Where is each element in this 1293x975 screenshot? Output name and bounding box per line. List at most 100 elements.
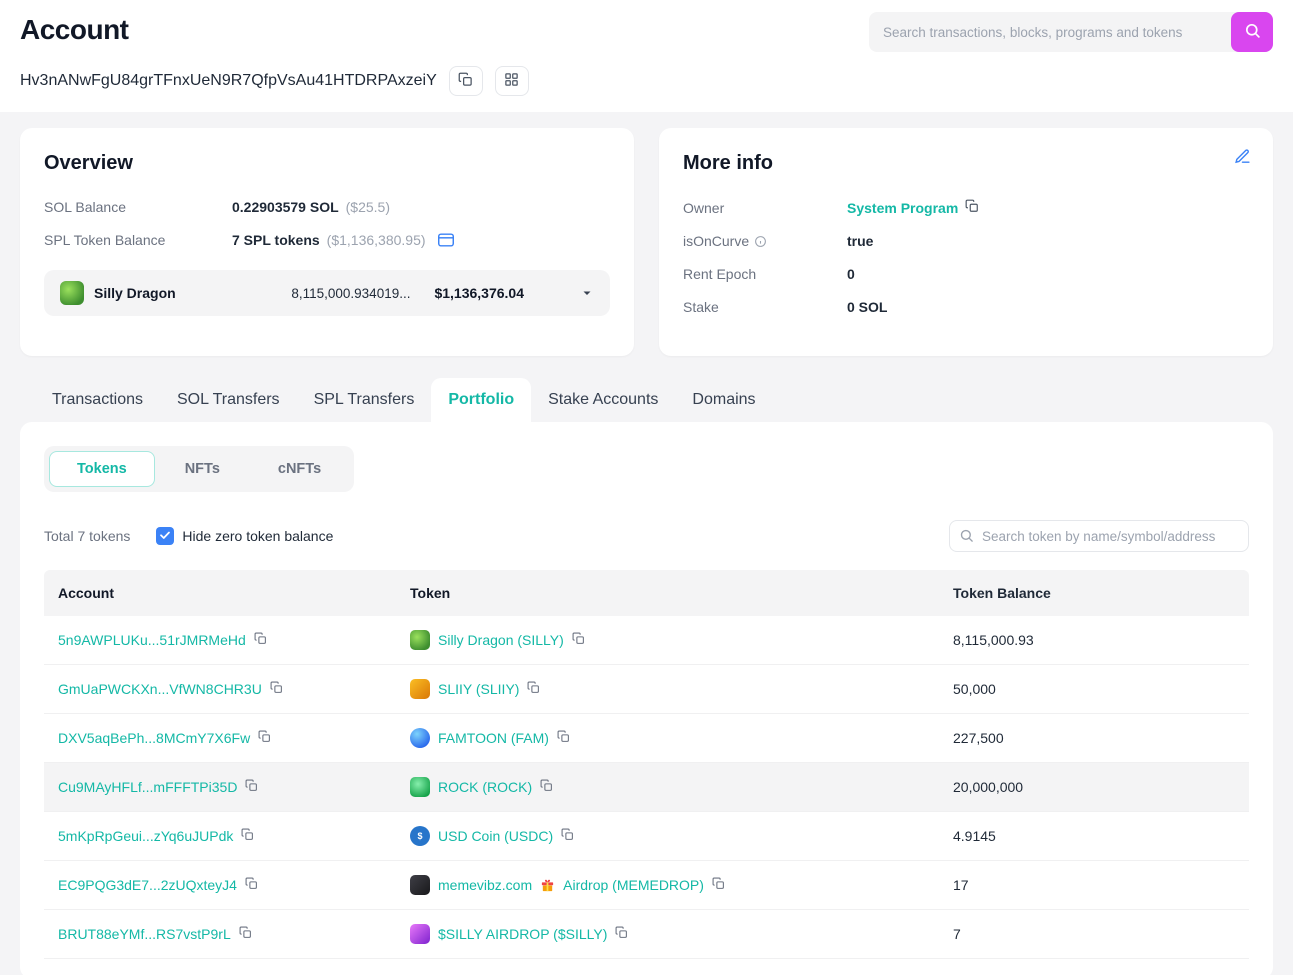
rent-epoch-value: 0 — [847, 266, 855, 282]
copy-token-button[interactable] — [540, 779, 553, 795]
tab-portfolio[interactable]: Portfolio — [431, 378, 532, 422]
isoncurve-value: true — [847, 233, 874, 249]
table-row: 5n9AWPLUKu...51rJMRMeHd Silly Dragon (SI… — [44, 616, 1249, 665]
copy-account-button[interactable] — [258, 730, 271, 746]
token-balance: 8,115,000.93 — [953, 632, 1034, 648]
token-balance: 7 — [953, 926, 961, 942]
token-balance: 17 — [953, 877, 969, 893]
summary-cards: Overview SOL Balance 0.22903579 SOL ($25… — [0, 112, 1293, 356]
copy-account-button[interactable] — [245, 779, 258, 795]
account-link[interactable]: DXV5aqBePh...8MCmY7X6Fw — [58, 730, 250, 746]
copy-icon — [254, 632, 267, 648]
copy-token-button[interactable] — [557, 730, 570, 746]
copy-account-button[interactable] — [241, 828, 254, 844]
copy-icon — [561, 828, 574, 844]
token-link[interactable]: memevibz.com — [438, 877, 532, 893]
tab-stake-accounts[interactable]: Stake Accounts — [531, 378, 675, 422]
account-link[interactable]: 5n9AWPLUKu...51rJMRMeHd — [58, 632, 246, 648]
more-info-title: More info — [683, 152, 773, 174]
tab-spl-transfers[interactable]: SPL Transfers — [297, 378, 432, 422]
silly-dragon-token-icon — [60, 281, 84, 305]
grid-icon — [504, 72, 519, 90]
isoncurve-row: isOnCurve true — [683, 233, 1249, 249]
token-link-suffix[interactable]: Airdrop (MEMEDROP) — [563, 877, 704, 893]
copy-account-button[interactable] — [245, 877, 258, 893]
subtab-cnfts[interactable]: cNFTs — [250, 451, 349, 487]
sol-balance-usd: ($25.5) — [345, 199, 390, 215]
subtab-nfts[interactable]: NFTs — [157, 451, 248, 487]
table-row: BRUT88eYMf...RS7vstP9rL $SILLY AIRDROP (… — [44, 910, 1249, 959]
table-row: DXV5aqBePh...8MCmY7X6Fw FAMTOON (FAM) 22… — [44, 714, 1249, 763]
token-balance: 4.9145 — [953, 828, 996, 844]
copy-address-button[interactable] — [448, 66, 483, 96]
copy-icon — [965, 199, 979, 216]
global-search — [869, 12, 1273, 52]
copy-account-button[interactable] — [239, 926, 252, 942]
tab-sol-transfers[interactable]: SOL Transfers — [160, 378, 297, 422]
copy-token-button[interactable] — [712, 877, 725, 893]
copy-account-button[interactable] — [270, 681, 283, 697]
silly-airdrop-token-icon — [410, 924, 430, 944]
hide-zero-checkbox-wrap[interactable]: Hide zero token balance — [156, 527, 333, 545]
header-account: Account — [58, 585, 114, 601]
copy-icon — [572, 632, 585, 648]
account-link[interactable]: EC9PQG3dE7...2zUQxteyJ4 — [58, 877, 237, 893]
token-link[interactable]: FAMTOON (FAM) — [438, 730, 549, 746]
token-link[interactable]: ROCK (ROCK) — [438, 779, 532, 795]
token-link[interactable]: $SILLY AIRDROP ($SILLY) — [438, 926, 607, 942]
owner-label: Owner — [683, 199, 725, 216]
filter-row: Total 7 tokens Hide zero token balance — [44, 520, 1249, 552]
account-link[interactable]: 5mKpRpGeui...zYq6uJUPdk — [58, 828, 233, 844]
info-icon[interactable] — [754, 235, 767, 248]
total-tokens-text: Total 7 tokens — [44, 528, 131, 544]
copy-icon — [557, 730, 570, 746]
account-link[interactable]: BRUT88eYMf...RS7vstP9rL — [58, 926, 231, 942]
global-search-input[interactable] — [869, 12, 1237, 52]
owner-link[interactable]: System Program — [847, 200, 958, 216]
copy-icon — [458, 72, 473, 90]
copy-icon — [245, 779, 258, 795]
token-selector-usd: $1,136,376.04 — [434, 285, 524, 301]
overview-card: Overview SOL Balance 0.22903579 SOL ($25… — [20, 128, 634, 356]
account-link[interactable]: Cu9MAyHFLf...mFFFTPi35D — [58, 779, 237, 795]
token-link[interactable]: SLIIY (SLIIY) — [438, 681, 519, 697]
subtab-tokens[interactable]: Tokens — [49, 451, 155, 487]
copy-token-button[interactable] — [527, 681, 540, 697]
global-search-button[interactable] — [1231, 12, 1273, 52]
table-row: EC9PQG3dE7...2zUQxteyJ4 memevibz.com Air… — [44, 861, 1249, 910]
memedrop-token-icon — [410, 875, 430, 895]
copy-token-button[interactable] — [572, 632, 585, 648]
edit-pen-icon[interactable] — [1234, 148, 1251, 168]
token-link[interactable]: Silly Dragon (SILLY) — [438, 632, 564, 648]
stake-row: Stake 0 SOL — [683, 299, 1249, 315]
token-search-input[interactable] — [949, 520, 1249, 552]
sol-balance-label: SOL Balance — [44, 199, 126, 215]
copy-token-button[interactable] — [615, 926, 628, 942]
copy-icon — [712, 877, 725, 893]
copy-token-button[interactable] — [561, 828, 574, 844]
copy-icon — [615, 926, 628, 942]
copy-icon — [239, 926, 252, 942]
search-icon — [1244, 22, 1261, 42]
qr-grid-button[interactable] — [494, 66, 529, 96]
wallet-icon[interactable] — [437, 232, 455, 248]
table-row: Cu9MAyHFLf...mFFFTPi35D ROCK (ROCK) 20,0… — [44, 763, 1249, 812]
header-token-balance: Token Balance — [953, 585, 1051, 601]
token-selector-dropdown[interactable]: Silly Dragon 8,115,000.934019... $1,136,… — [44, 270, 610, 316]
copy-owner-button[interactable] — [965, 199, 979, 216]
portfolio-subtabs: Tokens NFTs cNFTs — [44, 446, 355, 492]
account-link[interactable]: GmUaPWCKXn...VfWN8CHR3U — [58, 681, 262, 697]
token-link[interactable]: USD Coin (USDC) — [438, 828, 553, 844]
copy-account-button[interactable] — [254, 632, 267, 648]
copy-icon — [270, 681, 283, 697]
stake-label: Stake — [683, 299, 719, 315]
tab-domains[interactable]: Domains — [675, 378, 772, 422]
usdc-token-icon: $ — [410, 826, 430, 846]
copy-icon — [527, 681, 540, 697]
token-balance: 50,000 — [953, 681, 996, 697]
main-tabs: Transactions SOL Transfers SPL Transfers… — [20, 378, 1273, 422]
tab-transactions[interactable]: Transactions — [35, 378, 160, 422]
hide-zero-checkbox[interactable] — [156, 527, 175, 545]
check-icon — [159, 528, 171, 544]
sliiy-token-icon — [410, 679, 430, 699]
